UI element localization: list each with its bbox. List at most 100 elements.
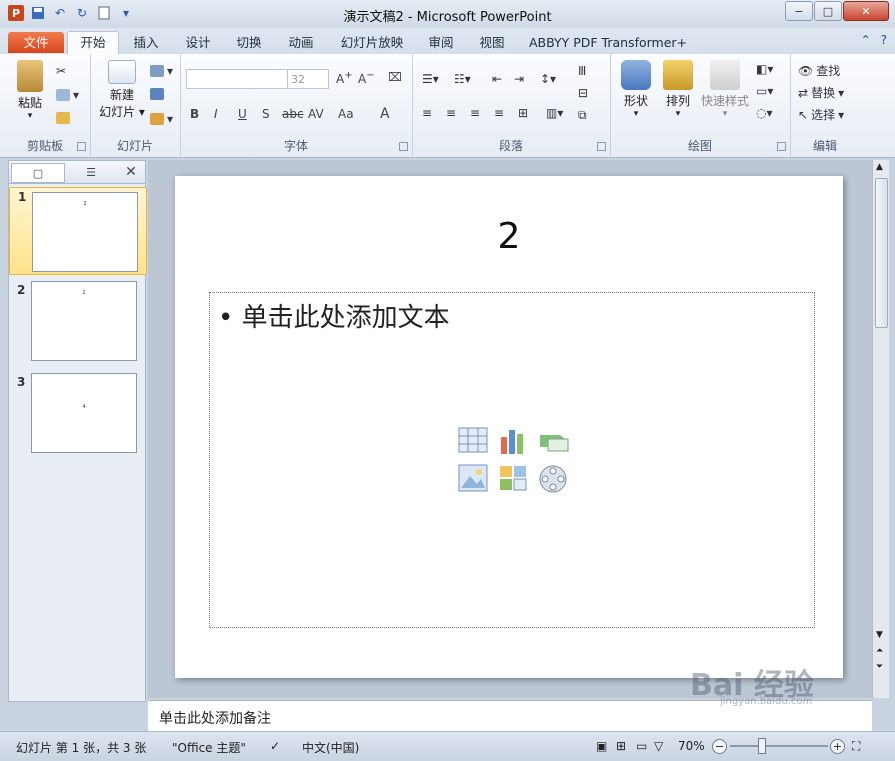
align-center-icon[interactable]: ≡ [446,106,456,120]
slide-sorter-icon[interactable]: ⊞ [616,739,626,753]
tab-abbyy[interactable]: ABBYY PDF Transformer+ [528,32,688,53]
tab-slideshow[interactable]: 幻灯片放映 [336,32,408,53]
new-slide-button[interactable]: 新建 幻灯片 ▾ [94,60,150,120]
close-button[interactable]: ✕ [843,1,889,21]
language-indicator[interactable]: 中文(中国) [302,739,359,756]
paragraph-launcher-icon[interactable] [597,142,606,151]
paste-button[interactable]: 粘贴 ▾ [8,60,52,121]
zoom-slider-knob[interactable] [758,738,766,754]
decrease-indent-icon[interactable]: ⇤ [492,72,502,86]
font-launcher-icon[interactable] [399,142,408,151]
slides-tab-icon[interactable]: ▢ [11,163,65,183]
thumbnail-slide-3[interactable]: 3 4 [9,373,145,459]
shapes-button[interactable]: 形状 ▾ [616,60,656,119]
align-left-icon[interactable]: ≡ [422,106,432,120]
tab-view[interactable]: 视图 [472,32,512,53]
strikethrough-button[interactable]: abc [282,107,304,121]
thumbnail-slide-2[interactable]: 2 2 [9,281,145,367]
columns-icon[interactable]: ▥▾ [546,106,563,120]
tab-animations[interactable]: 动画 [281,32,321,53]
minimize-ribbon-icon[interactable]: ⌃ [861,33,871,47]
grow-font-icon[interactable]: A+ [336,70,353,86]
bullets-icon[interactable]: ☰▾ [422,72,439,86]
tab-insert[interactable]: 插入 [126,32,166,53]
drawing-launcher-icon[interactable] [777,142,786,151]
shadow-button[interactable]: S [262,107,270,121]
find-button[interactable]: 👁 查找 [798,62,840,79]
clipboard-launcher-icon[interactable] [77,142,86,151]
maximize-button[interactable]: □ [814,1,842,21]
tab-design[interactable]: 设计 [178,32,218,53]
tab-home[interactable]: 开始 [67,31,119,55]
insert-picture-icon[interactable] [458,464,488,494]
change-case-button[interactable]: Aa [338,107,354,121]
slideshow-icon[interactable]: ▽ [654,739,663,753]
previous-slide-icon[interactable]: ⏶ [876,646,883,656]
zoom-level[interactable]: 70% [678,739,705,753]
underline-button[interactable]: U [238,107,247,121]
tab-transitions[interactable]: 切换 [229,32,269,53]
zoom-in-icon[interactable]: + [830,739,845,754]
ribbon: 粘贴 ▾ ✂ ▾ 剪贴板 新建 幻灯片 ▾ ▾ ▾ 幻灯片 32 A+ A− ⌧… [0,54,895,158]
cut-icon[interactable]: ✂ [56,64,66,78]
scrollbar-thumb[interactable] [875,178,888,328]
section-icon[interactable]: ▾ [150,112,173,126]
italic-button[interactable]: I [214,107,218,121]
bold-button[interactable]: B [190,107,199,121]
outline-tab-icon[interactable]: ☰ [65,163,117,181]
scroll-down-icon[interactable]: ▼ [876,630,883,640]
reading-view-icon[interactable]: ▭ [636,739,647,753]
clear-format-icon[interactable]: ⌧ [388,70,402,84]
line-spacing-icon[interactable]: ↕▾ [540,72,556,86]
insert-chart-icon[interactable] [498,427,528,457]
insert-clipart-icon[interactable] [498,464,528,494]
zoom-slider[interactable] [730,745,828,747]
bullet-text[interactable]: • 单击此处添加文本 [218,297,450,334]
vertical-scrollbar[interactable]: ▲ ▼ ⏶ ⏷ [872,160,889,698]
shape-outline-icon[interactable]: ▭▾ [756,84,773,98]
reset-icon[interactable] [150,88,164,100]
minimize-button[interactable]: − [785,1,813,21]
font-color-button[interactable]: A [380,106,390,122]
close-panel-icon[interactable]: ✕ [121,163,141,181]
shape-fill-icon[interactable]: ◧▾ [756,62,773,76]
fit-to-window-icon[interactable]: ⛶ [852,739,860,754]
font-name-combo[interactable] [186,69,288,89]
notes-placeholder[interactable]: 单击此处添加备注 [159,708,271,728]
numbering-icon[interactable]: ☷▾ [454,72,471,86]
quick-styles-button[interactable]: 快速样式 ▾ [698,60,752,119]
theme-name[interactable]: "Office 主题" [172,739,246,756]
format-painter-icon[interactable] [56,112,70,124]
increase-indent-icon[interactable]: ⇥ [514,72,524,86]
slide-title[interactable]: 2 [175,216,843,257]
justify-icon[interactable]: ≡ [494,106,504,120]
align-text-icon[interactable]: ⊟ [578,86,588,100]
content-placeholder[interactable]: • 单击此处添加文本 [209,292,815,628]
slide-canvas[interactable]: 2 • 单击此处添加文本 [175,176,843,678]
scroll-up-icon[interactable]: ▲ [876,162,883,172]
tab-review[interactable]: 审阅 [421,32,461,53]
align-right-icon[interactable]: ≡ [470,106,480,120]
normal-view-icon[interactable]: ▣ [596,739,607,753]
layout-icon[interactable]: ▾ [150,64,173,78]
smartart-icon[interactable]: ⧉ [578,108,587,123]
font-size-combo[interactable]: 32 [287,69,329,89]
insert-table-icon[interactable] [458,427,488,457]
next-slide-icon[interactable]: ⏷ [876,662,883,672]
spellcheck-icon[interactable]: ✓ [270,739,280,753]
select-button[interactable]: ↖ 选择 ▾ [798,106,844,123]
replace-button[interactable]: ⇄ 替换 ▾ [798,84,844,101]
shrink-font-icon[interactable]: A− [358,70,375,86]
tab-file[interactable]: 文件 [8,32,64,53]
copy-icon[interactable]: ▾ [56,88,79,102]
thumbnail-slide-1[interactable]: 1 2 [9,187,147,275]
insert-media-icon[interactable] [538,464,568,494]
shape-effects-icon[interactable]: ◌▾ [756,106,773,120]
char-spacing-button[interactable]: AV [308,107,324,121]
help-icon[interactable]: ? [881,33,887,47]
insert-smartart-icon[interactable] [538,427,569,457]
arrange-button[interactable]: 排列 ▾ [658,60,698,119]
distribute-icon[interactable]: ⊞ [518,106,528,120]
text-direction-icon[interactable]: Ⅲ [578,64,586,78]
zoom-out-icon[interactable]: − [712,739,727,754]
